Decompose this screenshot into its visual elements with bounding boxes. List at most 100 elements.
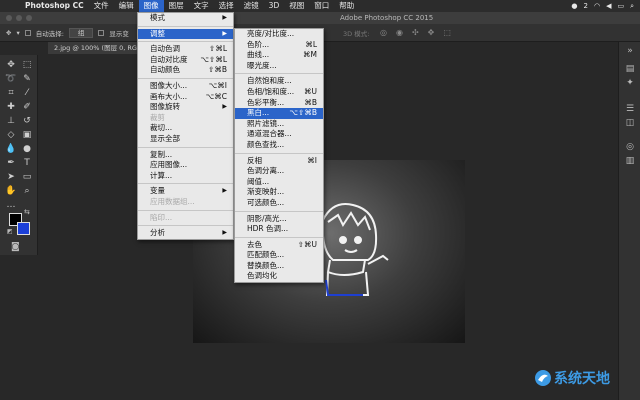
menu-filter[interactable]: 滤镜: [239, 0, 264, 12]
scale-icon[interactable]: ⬚: [443, 28, 451, 37]
adjust-menu-item[interactable]: 替换颜色...: [235, 261, 323, 272]
eraser-tool-icon[interactable]: ◇: [4, 129, 18, 141]
image-menu-item[interactable]: 调整 ▶: [138, 28, 233, 40]
wifi-icon[interactable]: ◠: [594, 2, 600, 10]
image-menu-item[interactable]: 应用图像...: [138, 160, 233, 171]
menu-window[interactable]: 窗口: [309, 0, 334, 12]
collapse-panel-icon[interactable]: »: [624, 46, 636, 56]
adjust-menu-item[interactable]: 曲线... ⌘M: [235, 50, 323, 61]
image-menu-item[interactable]: 画布大小... ⌥⌘C: [138, 92, 233, 103]
marquee-tool-icon[interactable]: ⬚: [20, 59, 34, 71]
menu-edit[interactable]: 编辑: [114, 0, 139, 12]
minimize-window-button[interactable]: [16, 15, 22, 21]
layers-panel-icon[interactable]: ◫: [624, 118, 636, 128]
adjust-menu-item[interactable]: 自然饱和度...: [235, 76, 323, 87]
image-menu-item[interactable]: 计算...: [138, 171, 233, 182]
adjust-menu-item[interactable]: 亮度/对比度...: [235, 29, 323, 40]
adjust-menu-item[interactable]: 反相 ⌘I: [235, 156, 323, 167]
pen-tool-icon[interactable]: ✒: [4, 157, 18, 169]
volume-icon[interactable]: ◀: [606, 2, 611, 10]
adjust-menu-item[interactable]: 黑白... ⌥⇧⌘B: [235, 108, 323, 119]
adjust-menu-item[interactable]: 阴影/高光...: [235, 214, 323, 225]
image-menu-item[interactable]: 图像旋转 ▶: [138, 102, 233, 113]
battery-icon[interactable]: ▭: [617, 2, 624, 10]
adjust-menu-item[interactable]: 匹配颜色...: [235, 250, 323, 261]
clone-stamp-icon[interactable]: ⊥: [4, 115, 18, 127]
adjust-menu-item[interactable]: 色彩平衡... ⌘B: [235, 98, 323, 109]
adjust-menu-item[interactable]: 色调分离...: [235, 166, 323, 177]
adjust-menu-item[interactable]: 去色 ⇧⌘U: [235, 240, 323, 251]
menu-3d[interactable]: 3D: [264, 0, 285, 12]
zoom-tool-icon[interactable]: ⌕: [20, 185, 34, 197]
menu-file[interactable]: 文件: [89, 0, 114, 12]
gradient-tool-icon[interactable]: ▣: [20, 129, 34, 141]
eyedropper-tool-icon[interactable]: ⁄: [20, 87, 34, 99]
menu-select[interactable]: 选择: [214, 0, 239, 12]
close-window-button[interactable]: [6, 15, 12, 21]
lasso-tool-icon[interactable]: ➰: [4, 73, 18, 85]
channels-panel-icon[interactable]: ◎: [624, 142, 636, 152]
history-brush-icon[interactable]: ↺: [20, 115, 34, 127]
hand-tool-icon[interactable]: ✋: [4, 185, 18, 197]
adjust-menu-item[interactable]: HDR 色调...: [235, 224, 323, 235]
properties-panel-icon[interactable]: ✦: [624, 78, 636, 88]
auto-select-checkbox[interactable]: [24, 29, 31, 36]
crop-tool-icon[interactable]: ⌗: [4, 87, 18, 99]
image-menu-item[interactable]: 显示全部: [138, 134, 233, 145]
adjust-menu-item[interactable]: 照片滤镜...: [235, 119, 323, 130]
image-menu-item[interactable]: 自动色调 ⇧⌘L: [138, 44, 233, 55]
search-icon[interactable]: ⌕: [630, 2, 634, 11]
move-tool-icon[interactable]: ✥: [4, 59, 18, 71]
background-color-swatch[interactable]: [17, 222, 30, 235]
path-select-icon[interactable]: ➤: [4, 171, 18, 183]
quick-mask-icon[interactable]: ◙: [11, 242, 20, 252]
adjust-menu-item[interactable]: 曝光度...: [235, 61, 323, 72]
adjust-menu-item[interactable]: 颜色查找...: [235, 140, 323, 151]
adjust-menu-item[interactable]: 阈值...: [235, 177, 323, 188]
layer-group-select[interactable]: 组: [68, 27, 94, 38]
roll-icon[interactable]: ◉: [396, 28, 403, 37]
adjust-menu-item[interactable]: 色相/饱和度... ⌘U: [235, 87, 323, 98]
adjustments-panel-icon[interactable]: ☰: [624, 104, 636, 114]
menu-layer[interactable]: 图层: [164, 0, 189, 12]
show-transform-checkbox[interactable]: [98, 29, 105, 36]
menu-image[interactable]: 图像: [138, 0, 164, 12]
orbit-icon[interactable]: ◎: [380, 28, 387, 37]
brush-tool-icon[interactable]: ✐: [20, 101, 34, 113]
image-menu-item[interactable]: 复制...: [138, 150, 233, 161]
image-menu-item[interactable]: 图像大小... ⌥⌘I: [138, 81, 233, 92]
adjust-menu-item[interactable]: 色调均化: [235, 271, 323, 282]
image-menu-item[interactable]: 变量 ▶: [138, 186, 233, 197]
paths-panel-icon[interactable]: ▥: [624, 156, 636, 166]
adjust-menu-item[interactable]: 渐变映射...: [235, 187, 323, 198]
image-menu-item[interactable]: 自动颜色 ⇧⌘B: [138, 65, 233, 76]
image-menu-item[interactable]: 裁切...: [138, 123, 233, 134]
healing-brush-icon[interactable]: ✚: [4, 101, 18, 113]
tool-preset-chevron-icon[interactable]: ▾: [16, 29, 19, 37]
blur-tool-icon[interactable]: 💧: [4, 143, 18, 155]
move-tool-icon[interactable]: ✥: [6, 29, 11, 37]
quick-select-tool-icon[interactable]: ✎: [20, 73, 34, 85]
history-panel-icon[interactable]: ▤: [624, 64, 636, 74]
image-menu-item[interactable]: 分析 ▶: [138, 228, 233, 239]
default-colors-icon[interactable]: ◩: [7, 228, 13, 235]
adjust-menu-item[interactable]: 可选颜色...: [235, 198, 323, 209]
image-menu-item[interactable]: 模式 ▶: [138, 13, 233, 24]
more-tools-icon[interactable]: …: [4, 199, 18, 211]
dodge-tool-icon[interactable]: ●: [20, 143, 34, 155]
adjust-menu-item[interactable]: 通道混合器...: [235, 129, 323, 140]
image-menu-item[interactable]: 自动对比度 ⌥⇧⌘L: [138, 55, 233, 66]
menu-view[interactable]: 视图: [284, 0, 309, 12]
wechat-icon[interactable]: ●: [571, 2, 577, 10]
slide-icon[interactable]: ✥: [428, 28, 435, 37]
menu-help[interactable]: 帮助: [334, 0, 359, 12]
menu-type[interactable]: 文字: [189, 0, 214, 12]
zoom-window-button[interactable]: [26, 15, 32, 21]
swap-colors-icon[interactable]: ⇆: [24, 208, 30, 216]
shape-tool-icon[interactable]: ▭: [20, 171, 34, 183]
type-tool-icon[interactable]: T: [20, 157, 34, 169]
adjust-menu-item[interactable]: 色阶... ⌘L: [235, 40, 323, 51]
menu-app-name[interactable]: Photoshop CC: [20, 0, 89, 12]
pan-icon[interactable]: ✣: [412, 28, 419, 37]
notification-badge[interactable]: 2: [583, 2, 587, 10]
